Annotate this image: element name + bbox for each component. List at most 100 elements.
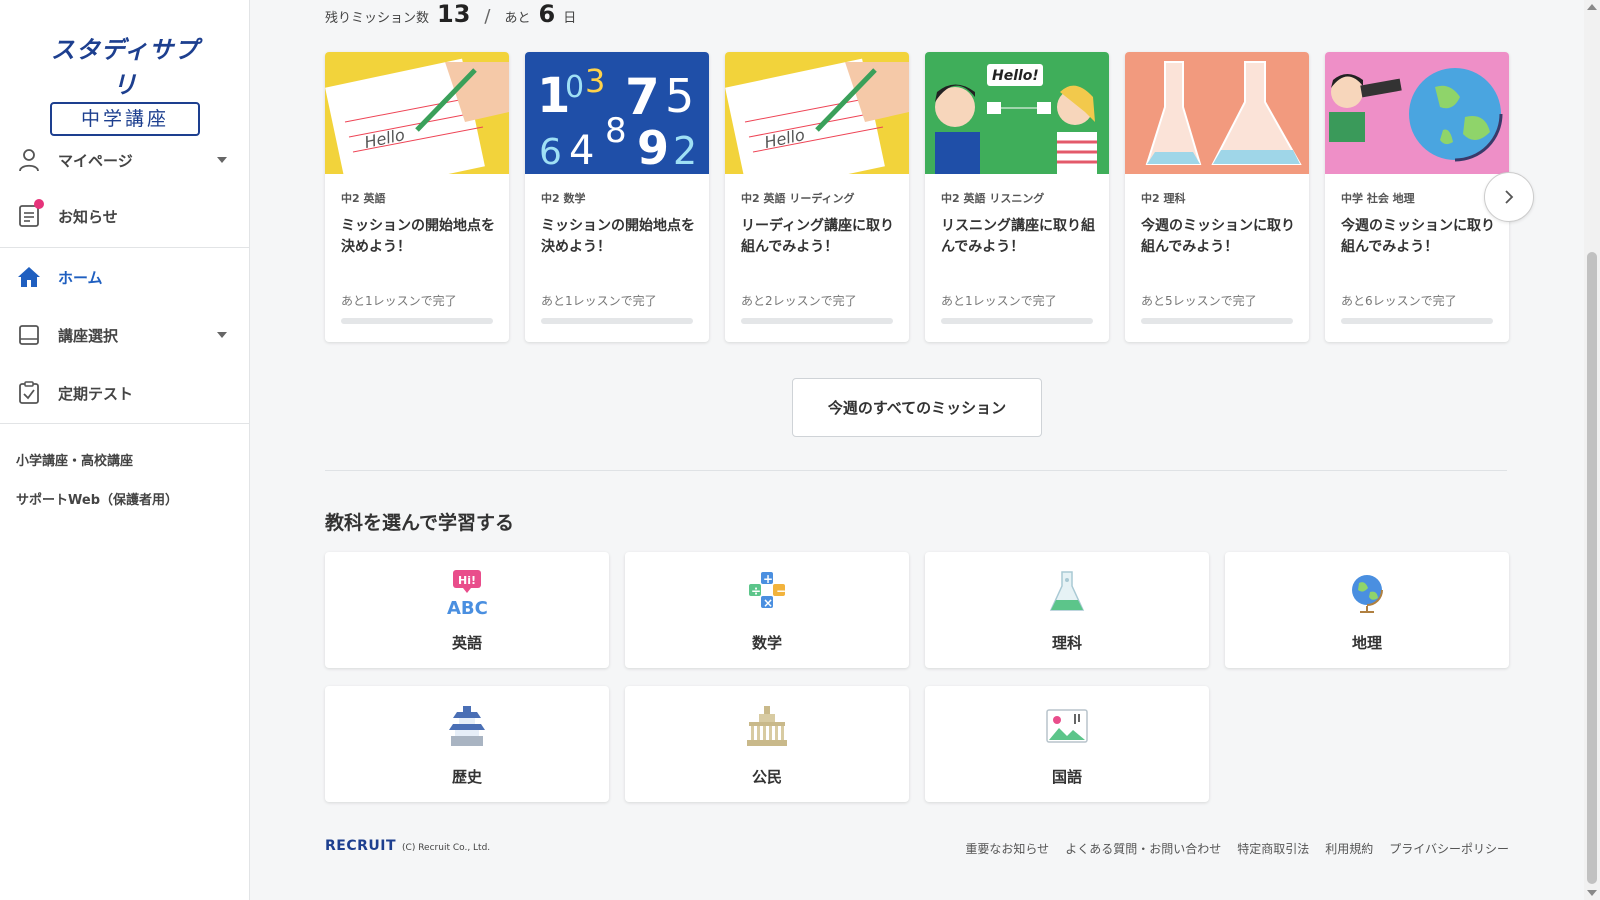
vertical-scrollbar[interactable] [1584, 0, 1600, 900]
svg-text:+: + [763, 572, 773, 586]
card-category: 中2 理科 [1141, 192, 1186, 205]
mission-card[interactable]: 1037564892 中2 数学 ミッションの開始地点を決めよう！ あと1レッス… [525, 52, 709, 342]
math-numbers-illustration: 1037564892 [525, 52, 709, 174]
scroll-down-arrow-icon[interactable] [1587, 890, 1597, 896]
scroll-up-arrow-icon[interactable] [1587, 4, 1597, 10]
subject-card-geography[interactable]: 地理 [1225, 552, 1509, 668]
svg-text:2: 2 [673, 129, 697, 173]
book-picture-icon [1046, 709, 1088, 743]
subject-card-japanese[interactable]: 国語 [925, 686, 1209, 802]
card-progress-bar [1341, 318, 1493, 324]
app-logo[interactable]: スタディサプリ 中学講座 [50, 30, 200, 136]
footer-links: 重要なお知らせ よくある質問・お問い合わせ 特定商取引法 利用規約 プライバシー… [965, 840, 1509, 857]
subjects-section-title: 教科を選んで学習する [325, 512, 515, 534]
sidebar-divider [0, 247, 249, 248]
globe-illustration [1325, 52, 1509, 174]
english-writing-illustration: Hello [725, 52, 909, 174]
svg-text:×: × [763, 596, 773, 610]
card-category: 中学 社会 地理 [1341, 192, 1415, 205]
subject-label: 国語 [1051, 768, 1082, 786]
svg-text:5: 5 [665, 69, 694, 123]
scrollbar-thumb[interactable] [1587, 252, 1597, 884]
card-progress-bar [541, 318, 693, 324]
subject-label: 数学 [751, 634, 782, 652]
carousel-next-button[interactable] [1484, 172, 1534, 222]
subject-label: 公民 [751, 768, 782, 786]
listening-illustration: Hello! [925, 52, 1109, 174]
days-suffix: 日 [563, 11, 577, 26]
footer-link-privacy[interactable]: プライバシーポリシー [1389, 840, 1509, 857]
card-title: ミッションの開始地点を決めよう！ [541, 218, 695, 255]
svg-text:ABC: ABC [447, 598, 488, 616]
elementary-high-school-link[interactable]: 小学講座・高校講座 [16, 450, 133, 469]
english-writing-illustration: Hello [325, 52, 509, 174]
footer-link-important-notice[interactable]: 重要なお知らせ [965, 840, 1049, 857]
copyright: (C) Recruit Co., Ltd. [402, 843, 491, 853]
svg-text:0: 0 [565, 70, 584, 105]
footer-link-faq[interactable]: よくある質問・お問い合わせ [1065, 840, 1221, 857]
footer-link-commercial-law[interactable]: 特定商取引法 [1237, 840, 1309, 857]
svg-text:÷: ÷ [751, 584, 761, 598]
days-prefix: あと [504, 11, 531, 26]
subject-label: 理科 [1051, 634, 1082, 652]
card-category: 中2 英語 [341, 192, 386, 205]
flask-icon [1049, 571, 1085, 611]
svg-text:−: − [776, 584, 786, 598]
chevron-down-icon [217, 332, 227, 338]
subject-card-civics[interactable]: 公民 [625, 686, 909, 802]
mission-summary: 残りミッション数 13 / あと 6 日 [325, 0, 576, 28]
mission-carousel: Hello 中2 英語 ミッションの開始地点を決めよう！ あと1レッスンで完了 … [325, 52, 1509, 342]
mission-card[interactable]: 中学 社会 地理 今週のミッションに取り組んでみよう！ あと6レッスンで完了 [1325, 52, 1509, 342]
footer-logo: RECRUIT (C) Recruit Co., Ltd. [325, 838, 490, 854]
main-content: 残りミッション数 13 / あと 6 日 Hello 中2 英語 ミッションの開… [250, 0, 1584, 900]
card-progress-text: あと6レッスンで完了 [1341, 294, 1457, 308]
all-missions-button[interactable]: 今週のすべてのミッション [792, 378, 1042, 437]
mission-card[interactable]: Hello! 中2 英語 リスニング リスニング講座に取り組んでみよう！ あと1… [925, 52, 1109, 342]
subject-card-science[interactable]: 理科 [925, 552, 1209, 668]
flasks-illustration [1125, 52, 1309, 174]
recruit-logo: RECRUIT [325, 838, 397, 854]
card-progress-text: あと1レッスンで完了 [341, 294, 457, 308]
separator: / [484, 6, 491, 27]
card-title: ミッションの開始地点を決めよう！ [341, 218, 495, 255]
parliament-icon [747, 706, 787, 746]
support-web-link[interactable]: サポートWeb（保護者用） [16, 489, 178, 508]
sidebar-item-course-select[interactable]: 講座選択 [0, 310, 249, 360]
footer-link-terms[interactable]: 利用規約 [1325, 840, 1373, 857]
subject-card-history[interactable]: 歴史 [325, 686, 609, 802]
remaining-missions-label: 残りミッション数 [325, 11, 430, 26]
card-progress-bar [341, 318, 493, 324]
svg-text:8: 8 [605, 111, 627, 151]
sidebar-item-mypage[interactable]: マイページ [0, 135, 249, 185]
card-title: リスニング講座に取り組んでみよう！ [941, 218, 1095, 255]
sidebar-item-label: お知らせ [58, 207, 118, 226]
remaining-missions-count: 13 [437, 0, 471, 28]
home-icon [16, 264, 42, 290]
user-icon [16, 147, 42, 173]
subject-card-english[interactable]: Hi! ABC 英語 [325, 552, 609, 668]
subject-card-math[interactable]: + ÷ − × 数学 [625, 552, 909, 668]
svg-text:3: 3 [585, 62, 605, 100]
sidebar-item-label: 定期テスト [58, 384, 134, 403]
castle-icon [449, 706, 485, 746]
card-progress-bar [1141, 318, 1293, 324]
chevron-right-icon [1505, 190, 1514, 204]
mission-card[interactable]: 中2 理科 今週のミッションに取り組んでみよう！ あと5レッスンで完了 [1125, 52, 1309, 342]
card-category: 中2 数学 [541, 192, 586, 205]
card-progress-text: あと1レッスンで完了 [541, 294, 657, 308]
abc-icon: Hi! ABC [447, 570, 488, 616]
card-category: 中2 英語 リスニング [941, 192, 1045, 205]
card-progress-text: あと2レッスンで完了 [741, 294, 857, 308]
card-category: 中2 英語 リーディング [741, 192, 855, 205]
sidebar-item-home[interactable]: ホーム [0, 252, 249, 302]
mission-card[interactable]: Hello 中2 英語 ミッションの開始地点を決めよう！ あと1レッスンで完了 [325, 52, 509, 342]
subject-label: 地理 [1351, 634, 1382, 652]
chevron-down-icon [217, 157, 227, 163]
subject-label: 歴史 [451, 768, 482, 786]
svg-text:7: 7 [625, 68, 660, 126]
card-title: リーディング講座に取り組んでみよう！ [741, 218, 895, 255]
mission-card[interactable]: Hello 中2 英語 リーディング リーディング講座に取り組んでみよう！ あと… [725, 52, 909, 342]
globe-icon [1352, 575, 1383, 613]
sidebar-item-regular-test[interactable]: 定期テスト [0, 368, 249, 418]
sidebar-item-notices[interactable]: お知らせ [0, 191, 249, 241]
